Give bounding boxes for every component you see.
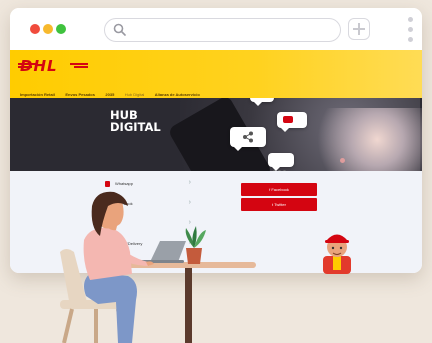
browser-titlebar xyxy=(10,8,422,50)
hero-banner: HUB DIGITAL xyxy=(10,98,422,171)
list-item[interactable]: Mensaje xyxy=(105,259,187,271)
twitter-icon: t xyxy=(272,202,274,207)
list-item[interactable]: › xyxy=(105,219,191,231)
facebook-icon xyxy=(105,201,110,207)
nav-item-2035[interactable]: 2035 xyxy=(105,92,114,97)
chevron-right-icon: › xyxy=(188,239,191,246)
chat-bubble-top xyxy=(250,98,274,106)
share-icon xyxy=(243,131,253,143)
chat-bubble-share xyxy=(230,127,266,151)
whatsapp-icon xyxy=(105,181,110,187)
message-icon xyxy=(283,116,293,123)
browser-menu-icon[interactable] xyxy=(407,17,415,43)
maximize-window-dot[interactable] xyxy=(56,24,66,34)
desk-illustration xyxy=(128,262,256,343)
nav-item-envios-pesados[interactable]: Envos Pesados xyxy=(65,92,95,97)
list-item[interactable]: Whatsapp › xyxy=(105,179,191,191)
content-area: Whatsapp › Facebook › › Twitter/Delivery… xyxy=(10,171,422,273)
chevron-right-icon: › xyxy=(188,179,191,186)
address-bar[interactable] xyxy=(104,18,341,42)
list-item[interactable]: Facebook › xyxy=(105,199,191,211)
chevron-right-icon: › xyxy=(188,199,191,206)
typing-dots-icon xyxy=(273,160,288,171)
hero-title: HUB DIGITAL xyxy=(110,108,161,134)
chat-bubble-typing xyxy=(268,153,294,171)
twitter-button[interactable]: t Twitter xyxy=(241,198,317,211)
dhl-logo[interactable]: DHL xyxy=(20,57,58,75)
chevron-right-icon: › xyxy=(188,219,191,226)
site-header: DHL Importación Retail Envos Pesados 203… xyxy=(10,50,422,98)
facebook-button[interactable]: f Facebook xyxy=(241,183,317,196)
nav-item-importacion-retail[interactable]: Importación Retail xyxy=(20,92,55,97)
browser-window: DHL Importación Retail Envos Pesados 203… xyxy=(10,8,422,273)
minimize-window-dot[interactable] xyxy=(43,24,53,34)
nav-item-alianza-autoservicio[interactable]: Alianza de Autoservicio xyxy=(155,92,200,97)
search-icon xyxy=(113,23,126,36)
new-tab-button[interactable] xyxy=(348,18,370,40)
close-window-dot[interactable] xyxy=(30,24,40,34)
chat-bubble-message xyxy=(277,112,307,132)
site-nav: Importación Retail Envos Pesados 2035 Hu… xyxy=(20,83,206,97)
nav-item-hub-digital[interactable]: Hub Digital xyxy=(125,92,145,97)
list-item[interactable]: Twitter/Delivery › xyxy=(105,239,191,251)
